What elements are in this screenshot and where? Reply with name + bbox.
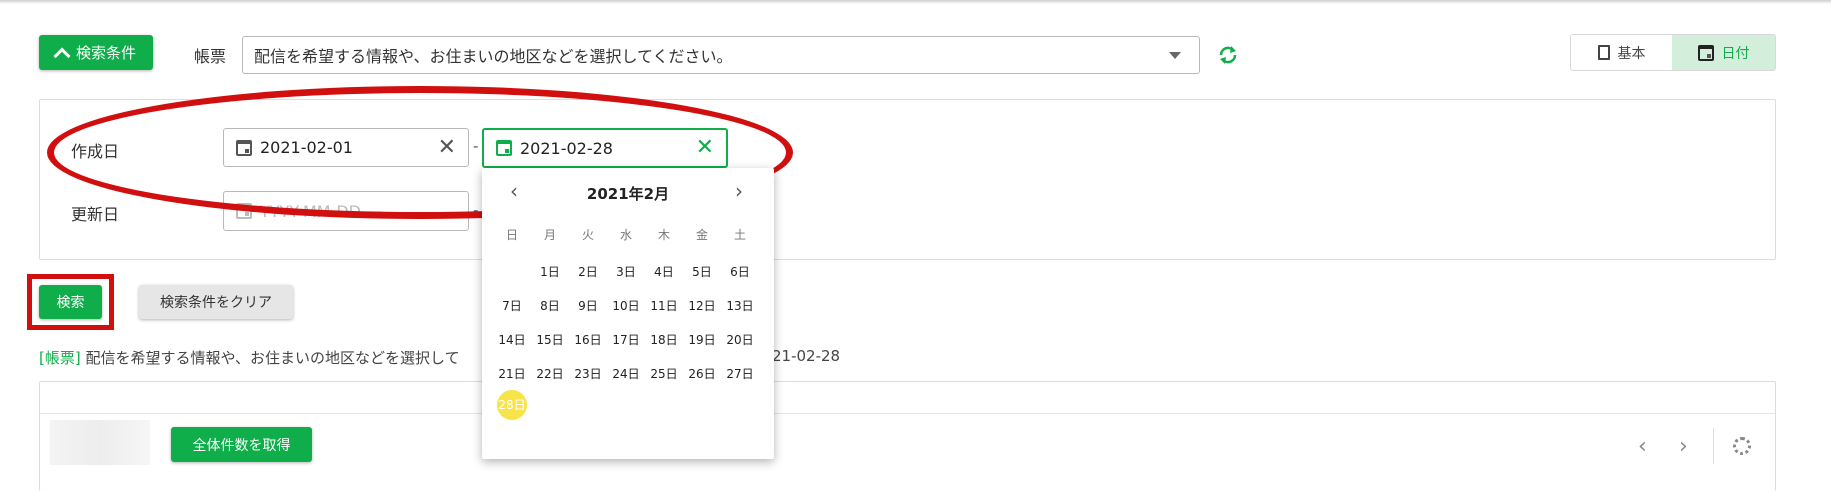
annotation-box (27, 274, 114, 330)
calendar-day[interactable]: 9日 (571, 297, 605, 314)
gear-icon[interactable] (1733, 437, 1751, 455)
calendar-day[interactable]: 27日 (723, 365, 757, 382)
view-toggle: 基本 日付 (1570, 34, 1776, 71)
calendar-day[interactable]: 5日 (685, 263, 719, 280)
prev-page-icon[interactable]: ‹ (1638, 434, 1647, 459)
refresh-icon (1219, 46, 1237, 64)
form-select-value: 配信を希望する情報や、お住まいの地区などを選択してください。 (254, 47, 733, 66)
calendar-day[interactable]: 14日 (495, 331, 529, 348)
chevron-down-icon (1169, 51, 1181, 59)
weekday-label: 日 (505, 228, 518, 242)
calendar-day[interactable]: 26日 (685, 365, 719, 382)
view-basic-label: 基本 (1617, 45, 1646, 62)
next-month-icon[interactable]: › (735, 179, 743, 203)
refresh-button[interactable] (1216, 44, 1240, 70)
weekday-label: 金 (695, 228, 708, 242)
weekday-label: 火 (581, 228, 594, 242)
calendar-day[interactable]: 3日 (609, 263, 643, 280)
view-date-label: 日付 (1721, 45, 1750, 62)
calendar-day[interactable]: 12日 (685, 297, 719, 314)
get-total-count-label: 全体件数を取得 (192, 437, 291, 454)
calendar-day[interactable]: 2日 (571, 263, 605, 280)
result-summary: [帳票] 配信を希望する情報や、お住まいの地区などを選択して (39, 347, 460, 368)
result-summary-tag: [帳票] (39, 349, 81, 367)
calendar-day[interactable]: 10日 (609, 297, 643, 314)
view-date-tab[interactable]: 日付 (1672, 35, 1775, 70)
weekday-label: 木 (657, 228, 670, 242)
calendar-day[interactable]: 22日 (533, 365, 567, 382)
calendar-day[interactable]: 28日 (497, 390, 527, 420)
calendar-day[interactable]: 18日 (647, 331, 681, 348)
calendar-day[interactable]: 1日 (533, 263, 567, 280)
calendar-month-label: 2021年2月 (586, 185, 670, 203)
view-basic-tab[interactable]: 基本 (1571, 35, 1673, 70)
form-select[interactable]: 配信を希望する情報や、お住まいの地区などを選択してください。 (242, 36, 1200, 74)
divider (40, 413, 1775, 414)
calendar-day[interactable]: 21日 (495, 365, 529, 382)
get-total-count-button[interactable]: 全体件数を取得 (171, 427, 312, 462)
search-conditions-label: 検索条件 (75, 44, 136, 62)
calendar-day[interactable]: 24日 (609, 365, 643, 382)
divider (1713, 428, 1714, 464)
chevron-up-icon (53, 47, 71, 64)
form-select-label: 帳票 (194, 47, 227, 66)
calendar-day[interactable]: 25日 (647, 365, 681, 382)
calendar-day[interactable]: 11日 (647, 297, 681, 314)
calendar-day[interactable]: 15日 (533, 331, 567, 348)
document-icon (1597, 45, 1610, 60)
weekday-label: 月 (543, 228, 556, 242)
calendar-day[interactable]: 23日 (571, 365, 605, 382)
calendar-day[interactable]: 20日 (723, 331, 757, 348)
calendar-day[interactable]: 16日 (571, 331, 605, 348)
calendar-icon (1697, 44, 1714, 61)
calendar-day[interactable]: 4日 (647, 263, 681, 280)
weekday-label: 水 (619, 228, 632, 242)
calendar-popup: ‹ 2021年2月 › 日月火水木金土 1日 2日 3日 4日 5日 6日 7日 8日 9日 10日… (482, 168, 774, 459)
search-conditions-toggle-button[interactable]: 検索条件 (39, 35, 153, 70)
weekday-label: 土 (733, 228, 746, 242)
top-shadow (0, 0, 1831, 4)
calendar-day[interactable]: 6日 (723, 263, 757, 280)
result-summary-tail: 21-02-28 (772, 347, 841, 365)
updated-date-label: 更新日 (71, 205, 120, 224)
result-summary-text: 配信を希望する情報や、お住まいの地区などを選択して (85, 349, 460, 367)
calendar-day[interactable]: 17日 (609, 331, 643, 348)
next-page-icon[interactable]: › (1679, 434, 1688, 459)
blurred-placeholder (50, 420, 150, 465)
calendar-day[interactable]: 7日 (495, 297, 529, 314)
clear-conditions-label: 検索条件をクリア (160, 295, 272, 311)
calendar-day[interactable]: 13日 (723, 297, 757, 314)
calendar-day[interactable]: 8日 (533, 297, 567, 314)
calendar-day[interactable]: 19日 (685, 331, 719, 348)
clear-conditions-button[interactable]: 検索条件をクリア (139, 285, 293, 319)
